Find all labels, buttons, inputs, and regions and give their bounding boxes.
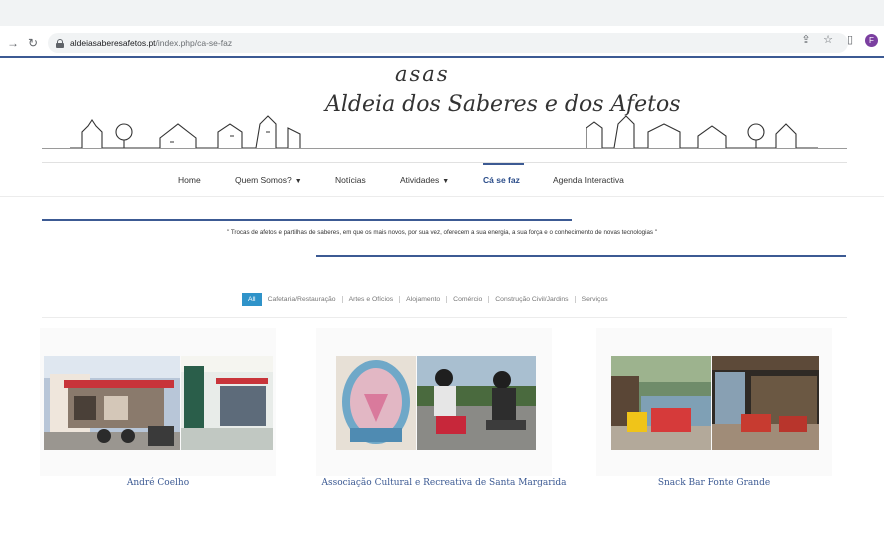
filter-artes[interactable]: Artes e Ofícios: [343, 296, 400, 303]
filter-servicos[interactable]: Serviços: [576, 296, 614, 303]
card-title-acr-santa-margarida[interactable]: Associação Cultural e Recreativa de Sant…: [316, 478, 572, 488]
card-image-andre-coelho[interactable]: [44, 356, 273, 450]
category-filter-bar: All Cafetaria/Restauração Artes e Ofício…: [242, 292, 614, 306]
reload-icon[interactable]: ↻: [26, 36, 40, 50]
url-text: aldeiasaberesafetos.pt/index.php/ca-se-f…: [70, 38, 232, 48]
card-title-andre-coelho[interactable]: André Coelho: [40, 478, 276, 488]
filter-alojamento[interactable]: Alojamento: [400, 296, 446, 303]
sidebar-icon[interactable]: ▯: [843, 33, 857, 47]
nav-item-quem-somos[interactable]: Quem Somos? ▼: [235, 175, 302, 185]
url-path: /index.php/ca-se-faz: [155, 38, 233, 48]
page-quote: " Trocas de afetos e partilhas de sabere…: [227, 229, 657, 236]
filter-all[interactable]: All: [242, 292, 262, 306]
filter-cafetaria[interactable]: Cafetaria/Restauração: [262, 296, 342, 303]
village-skyline-right-icon: [586, 115, 818, 149]
card-title-snack-bar-fonte-grande[interactable]: Snack Bar Fonte Grande: [596, 478, 832, 488]
url-domain: aldeiasaberesafetos.pt: [70, 38, 156, 48]
quote-rule-top: [42, 219, 572, 221]
nav-item-label: Atividades: [400, 175, 440, 185]
chevron-down-icon: ▼: [294, 178, 302, 185]
nav-item-atividades[interactable]: Atividades ▼: [400, 175, 449, 185]
nav-active-indicator: [483, 163, 524, 165]
nav-item-agenda-interactiva[interactable]: Agenda Interactiva: [553, 175, 624, 185]
page-top-rule: [0, 56, 884, 58]
forward-arrow-icon[interactable]: →: [6, 36, 20, 50]
star-icon[interactable]: ☆: [821, 33, 835, 47]
logo-small: asas: [395, 62, 450, 86]
card-image-acr-santa-margarida[interactable]: [336, 356, 536, 450]
card-image-snack-bar-fonte-grande[interactable]: [611, 356, 819, 450]
nav-top-border: [42, 162, 847, 163]
share-icon[interactable]: ⇪: [799, 33, 813, 47]
address-bar[interactable]: aldeiasaberesafetos.pt/index.php/ca-se-f…: [48, 33, 848, 53]
nav-item-noticias[interactable]: Notícias: [335, 175, 366, 185]
quote-rule-bottom: [316, 255, 846, 257]
nav-item-ca-se-faz[interactable]: Cá se faz: [483, 175, 520, 185]
chevron-down-icon: ▼: [442, 178, 450, 185]
lock-icon: [56, 38, 64, 48]
browser-actions: ⇪ ☆ ▯ F: [799, 33, 878, 47]
village-skyline-left-icon: [70, 115, 301, 149]
browser-tab-strip: [0, 0, 884, 26]
nav-item-home[interactable]: Home: [178, 175, 201, 185]
filters-divider: [42, 317, 847, 318]
filter-construcao[interactable]: Construção Civil/Jardins: [489, 296, 574, 303]
nav-bottom-border: [0, 196, 884, 197]
filter-comercio[interactable]: Comércio: [447, 296, 488, 303]
avatar[interactable]: F: [865, 33, 878, 47]
header-divider: [42, 148, 847, 149]
nav-item-label: Quem Somos?: [235, 175, 292, 185]
